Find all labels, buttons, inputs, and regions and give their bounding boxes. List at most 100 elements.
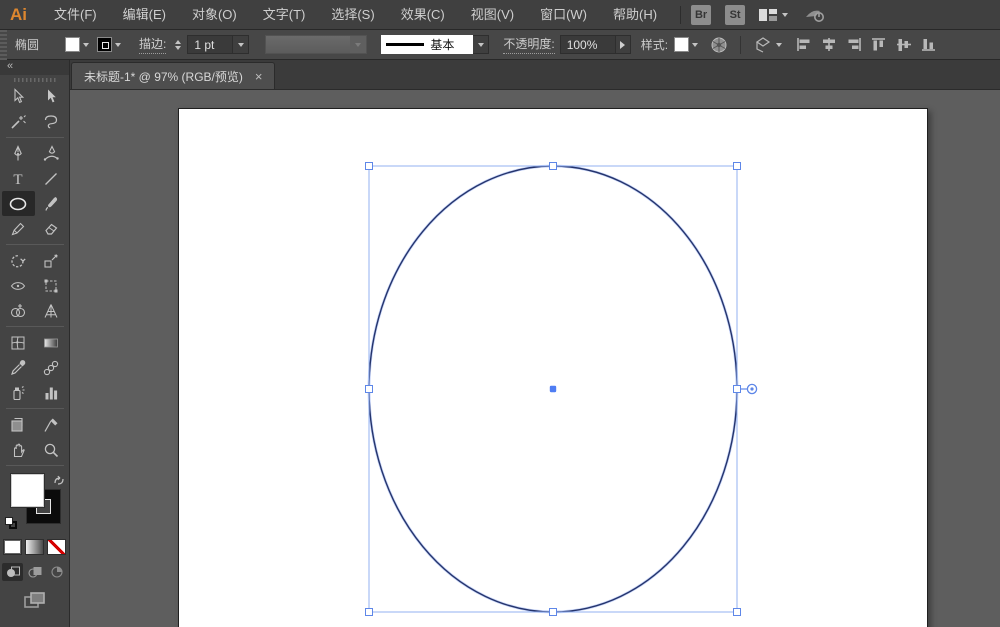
menu-select[interactable]: 选择(S) <box>318 0 387 30</box>
default-fill-stroke-icon[interactable] <box>5 517 17 529</box>
fill-stroke-controls <box>0 473 69 533</box>
panel-grip[interactable] <box>0 75 69 84</box>
align-top-icon[interactable] <box>871 37 887 52</box>
pencil-tool[interactable] <box>2 216 35 241</box>
bridge-icon[interactable]: Br <box>691 4 712 25</box>
color-button[interactable] <box>3 539 22 555</box>
gradient-tool[interactable] <box>35 330 68 355</box>
opacity-panel-link[interactable]: 不透明度: <box>503 35 555 54</box>
cs-live-icon[interactable] <box>804 7 826 23</box>
selection-handle-ne[interactable] <box>733 162 741 170</box>
style-dropdown[interactable] <box>674 37 699 52</box>
live-shape-widget-dot <box>750 387 754 391</box>
type-icon: T <box>13 172 22 188</box>
close-icon[interactable]: × <box>255 70 263 83</box>
menu-help[interactable]: 帮助(H) <box>600 0 670 30</box>
selection-overlay <box>365 162 758 616</box>
rotate-tool[interactable] <box>2 248 35 273</box>
blend-tool[interactable] <box>35 355 68 380</box>
paintbrush-tool[interactable] <box>35 191 68 216</box>
stroke-weight-input[interactable]: 1 pt <box>187 35 234 54</box>
scale-tool[interactable] <box>35 248 68 273</box>
selection-tool[interactable] <box>2 84 35 109</box>
swap-fill-stroke-icon[interactable] <box>53 473 65 491</box>
control-bar-grip[interactable] <box>0 29 7 60</box>
recolor-artwork-button[interactable] <box>706 36 732 54</box>
menu-type[interactable]: 文字(T) <box>250 0 319 30</box>
eyedropper-icon <box>11 359 26 375</box>
selection-handle-s[interactable] <box>549 608 557 616</box>
zoom-tool[interactable] <box>35 437 68 462</box>
draw-behind-button[interactable] <box>24 563 45 581</box>
chevron-down-icon <box>782 12 789 17</box>
direct-selection-tool[interactable] <box>35 84 68 109</box>
brush-definition-dropdown[interactable]: 基本 <box>381 35 490 54</box>
eyedropper-tool[interactable] <box>2 355 35 380</box>
center-point[interactable] <box>549 385 557 393</box>
selection-handle-n[interactable] <box>549 162 557 170</box>
chevron-down-icon <box>477 42 484 47</box>
menu-window[interactable]: 窗口(W) <box>527 0 600 30</box>
menu-effect[interactable]: 效果(C) <box>388 0 458 30</box>
type-tool[interactable]: T <box>2 166 35 191</box>
line-segment-tool[interactable] <box>35 166 68 191</box>
selection-handle-w[interactable] <box>365 385 373 393</box>
eraser-icon <box>45 223 58 235</box>
gradient-button[interactable] <box>25 539 44 555</box>
align-left-icon[interactable] <box>796 37 812 52</box>
width-tool[interactable] <box>2 273 35 298</box>
align-horizontal-center-icon[interactable] <box>821 37 837 52</box>
align-right-icon[interactable] <box>846 37 862 52</box>
selection-handle-sw[interactable] <box>365 608 373 616</box>
opacity-popup-button[interactable] <box>615 35 631 54</box>
fill-proxy[interactable] <box>10 473 45 508</box>
draw-inside-button[interactable] <box>46 563 67 581</box>
stroke-weight-stepper[interactable] <box>171 39 185 50</box>
stroke-weight-dropdown[interactable] <box>233 35 250 54</box>
stock-icon[interactable]: St <box>725 4 746 25</box>
slice-tool[interactable] <box>35 412 68 437</box>
draw-normal-button[interactable] <box>2 563 23 581</box>
fill-color-dropdown[interactable] <box>65 37 90 52</box>
canvas[interactable] <box>70 90 1000 627</box>
magic-wand-tool[interactable] <box>2 109 35 134</box>
column-graph-icon <box>45 387 58 399</box>
symbol-sprayer-tool[interactable] <box>2 380 35 405</box>
document-tab[interactable]: 未标题-1* @ 97% (RGB/预览) × <box>71 62 276 89</box>
pen-icon <box>14 144 22 160</box>
lasso-tool[interactable] <box>35 109 68 134</box>
workspace-switcher[interactable] <box>759 8 789 22</box>
screen-mode-button[interactable] <box>0 591 69 611</box>
pen-tool[interactable] <box>2 141 35 166</box>
transform-icon <box>755 36 771 53</box>
opacity-input[interactable]: 100% <box>559 35 616 54</box>
selection-handle-e[interactable] <box>733 385 741 393</box>
eraser-tool[interactable] <box>35 216 68 241</box>
menu-file[interactable]: 文件(F) <box>41 0 110 30</box>
drawing-mode-buttons <box>0 563 69 581</box>
ellipse-tool[interactable] <box>1 191 35 216</box>
artboard[interactable] <box>178 108 928 627</box>
perspective-grid-tool[interactable] <box>35 298 68 323</box>
transform-panel-button[interactable] <box>749 36 786 54</box>
free-transform-tool[interactable] <box>35 273 68 298</box>
shape-builder-tool[interactable] <box>2 298 35 323</box>
hand-icon <box>13 443 25 457</box>
mesh-tool[interactable] <box>2 330 35 355</box>
menu-object[interactable]: 对象(O) <box>179 0 250 30</box>
stroke-color-dropdown[interactable] <box>97 37 122 52</box>
stroke-panel-link[interactable]: 描边: <box>139 35 167 54</box>
curvature-tool[interactable] <box>35 141 68 166</box>
none-button[interactable] <box>47 539 66 555</box>
column-graph-tool[interactable] <box>35 380 68 405</box>
selection-handle-se[interactable] <box>733 608 741 616</box>
align-bottom-icon[interactable] <box>921 37 937 52</box>
hand-tool[interactable] <box>2 437 35 462</box>
align-buttons <box>796 37 937 52</box>
menu-view[interactable]: 视图(V) <box>458 0 527 30</box>
align-vertical-center-icon[interactable] <box>896 37 912 52</box>
menu-edit[interactable]: 编辑(E) <box>110 0 179 30</box>
artboard-tool[interactable] <box>2 412 35 437</box>
panel-collapse-button[interactable]: « <box>0 60 69 75</box>
selection-handle-nw[interactable] <box>365 162 373 170</box>
